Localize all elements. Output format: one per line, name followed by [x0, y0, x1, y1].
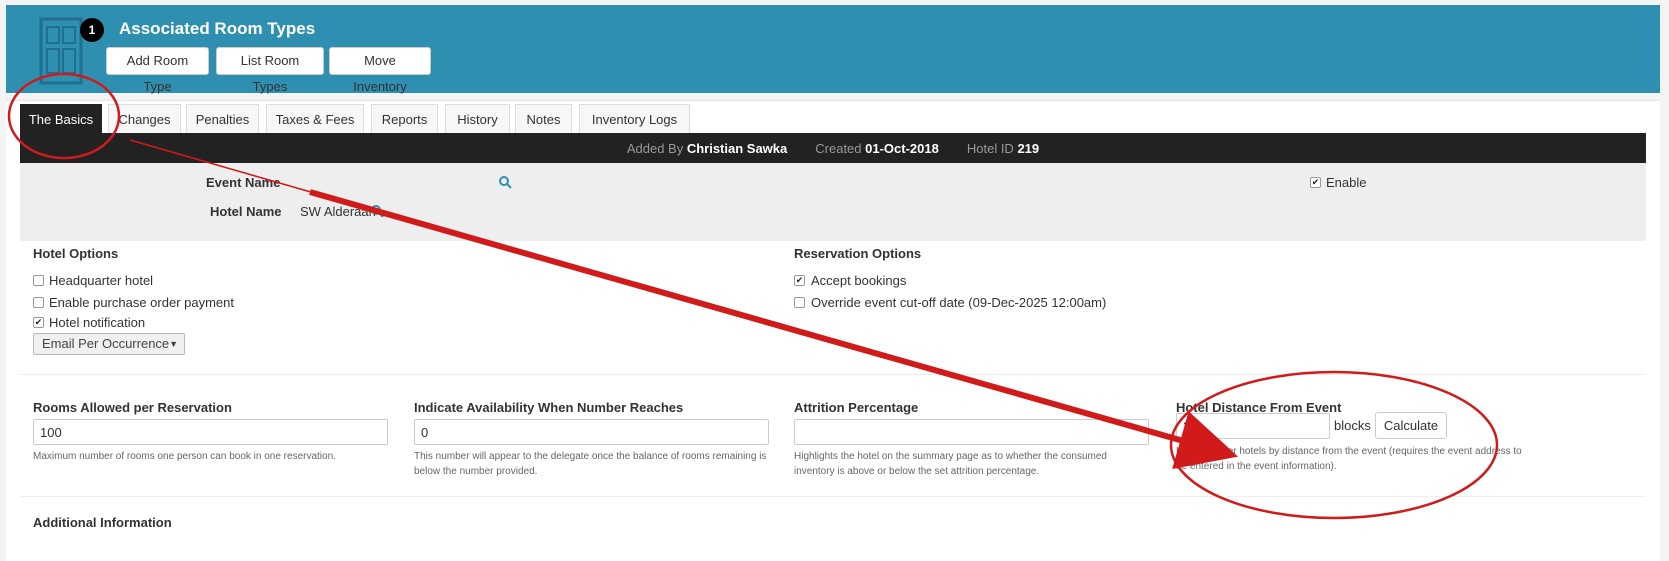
rooms-allowed-input[interactable] — [33, 419, 388, 445]
availability-help-2: below the number provided. — [414, 466, 538, 477]
accept-bookings-checkbox[interactable]: ✔ — [794, 275, 805, 286]
tab-penalties[interactable]: Penalties — [186, 104, 259, 134]
event-hotel-section: Event Name Hotel Name SW Alderaan ✔ Enab… — [20, 163, 1646, 241]
distance-help-1: Used to order hotels by distance from th… — [1176, 446, 1522, 457]
created-date: Created 01-Oct-2018 — [815, 140, 939, 156]
attrition-help-2: inventory is above or below the set attr… — [794, 466, 1040, 477]
section-divider-2 — [20, 496, 1646, 497]
tab-reports[interactable]: Reports — [371, 104, 438, 134]
event-name-label: Event Name — [206, 175, 281, 190]
purchase-order-checkbox[interactable] — [33, 297, 44, 308]
tab-notes[interactable]: Notes — [515, 104, 572, 134]
hotel-options-title: Hotel Options — [33, 246, 119, 261]
tab-inventory-logs[interactable]: Inventory Logs — [579, 104, 690, 134]
availability-label: Indicate Availability When Number Reache… — [414, 400, 684, 415]
section-divider — [20, 374, 1646, 375]
headquarter-hotel-label: Headquarter hotel — [49, 273, 154, 288]
tab-taxes-fees[interactable]: Taxes & Fees — [266, 104, 364, 134]
availability-help-1: This number will appear to the delegate … — [414, 451, 767, 462]
headquarter-hotel-checkbox[interactable] — [33, 275, 44, 286]
availability-input[interactable] — [414, 419, 769, 445]
move-inventory-button[interactable]: Move Inventory — [329, 47, 431, 94]
page-title: Associated Room Types — [119, 19, 316, 38]
accept-bookings-label: Accept bookings — [811, 273, 907, 288]
attrition-help-1: Highlights the hotel on the summary page… — [794, 451, 1107, 462]
override-cutoff-checkbox[interactable] — [794, 297, 805, 308]
hotel-name-label: Hotel Name — [210, 204, 282, 219]
count-badge: 1 — [80, 18, 104, 42]
tab-changes[interactable]: Changes — [108, 104, 181, 134]
tab-history[interactable]: History — [445, 104, 510, 134]
rooms-allowed-help: Maximum number of rooms one person can b… — [33, 451, 336, 462]
hotel-notification-label: Hotel notification — [49, 315, 146, 330]
content-panel: The Basics Changes Penalties Taxes & Fee… — [6, 100, 1660, 561]
added-by: Added By Christian Sawka — [626, 140, 788, 156]
additional-info-title: Additional Information — [33, 515, 172, 530]
rooms-allowed-label: Rooms Allowed per Reservation — [33, 400, 232, 415]
notification-frequency-select[interactable]: Email Per Occurrence ▼ — [33, 333, 185, 355]
distance-unit: blocks — [1334, 418, 1371, 433]
hotel-id: Hotel ID 219 — [966, 140, 1040, 156]
distance-input[interactable] — [1176, 413, 1330, 439]
override-cutoff-label: Override event cut-off date (09-Dec-2025… — [811, 295, 1107, 310]
purchase-order-label: Enable purchase order payment — [49, 295, 235, 310]
add-room-type-button[interactable]: Add Room Type — [106, 47, 209, 94]
tab-the-basics[interactable]: The Basics — [20, 104, 102, 134]
record-info-bar: Added By Christian Sawka Created 01-Oct-… — [20, 133, 1646, 163]
distance-help-2: be entered in the event information). — [1176, 461, 1337, 472]
hotel-notification-checkbox[interactable]: ✔ — [33, 317, 44, 328]
notification-frequency-value: Email Per Occurrence — [42, 336, 170, 351]
calculate-button[interactable]: Calculate — [1375, 412, 1447, 439]
header-bar: 1 Associated Room Types Add Room Type Li… — [6, 5, 1660, 94]
reservation-options-title: Reservation Options — [794, 246, 922, 261]
hotel-search-icon[interactable] — [370, 204, 384, 218]
chevron-down-icon: ▼ — [169, 339, 178, 349]
list-room-types-button[interactable]: List Room Types — [216, 47, 324, 94]
enable-label: Enable — [1326, 175, 1367, 190]
attrition-input[interactable] — [794, 419, 1149, 445]
event-search-icon[interactable] — [498, 175, 512, 189]
enable-checkbox[interactable]: ✔ — [1310, 177, 1321, 188]
attrition-label: Attrition Percentage — [794, 400, 919, 415]
hotel-name-value: SW Alderaan — [300, 204, 376, 219]
